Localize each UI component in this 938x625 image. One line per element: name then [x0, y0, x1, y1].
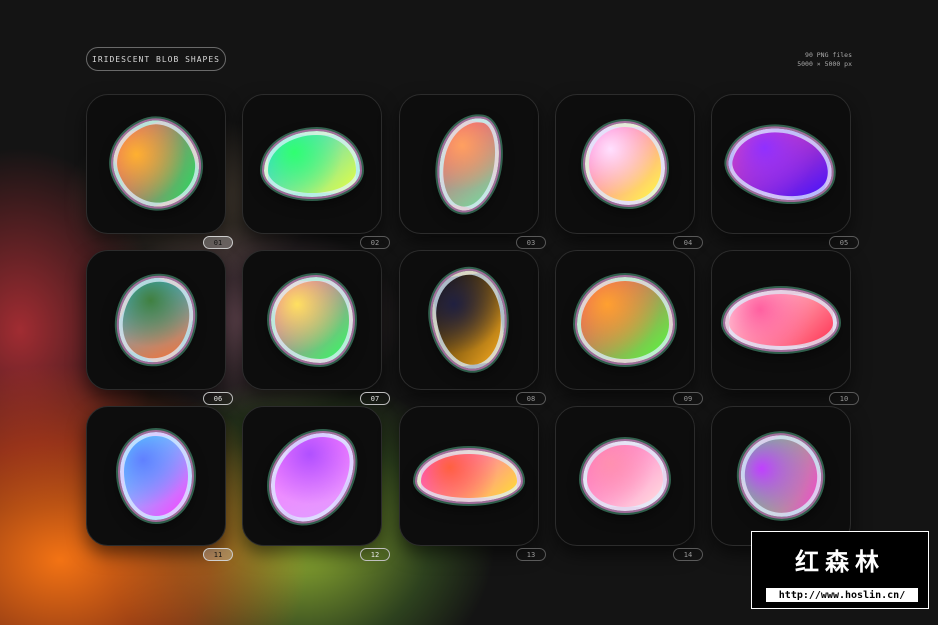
blob-tile-05[interactable]: [711, 94, 851, 234]
tile-number: 03: [516, 236, 546, 249]
tile-number: 08: [516, 392, 546, 405]
tile-number: 11: [203, 548, 233, 561]
tile-number: 13: [516, 548, 546, 561]
tile-number: 04: [673, 236, 703, 249]
blob-tile-12[interactable]: [242, 406, 382, 546]
file-info: 90 PNG files 5000 × 5000 px: [797, 51, 852, 69]
blob-tile-10[interactable]: [711, 250, 851, 390]
page-title: IRIDESCENT BLOB SHAPES: [86, 47, 226, 71]
blob-tile-14[interactable]: [555, 406, 695, 546]
file-dimensions: 5000 × 5000 px: [797, 60, 852, 68]
blob-shape: [583, 441, 667, 511]
blob-shape: [255, 415, 369, 537]
blob-shape: [120, 432, 192, 520]
watermark-url: http://www.hoslin.cn/: [766, 588, 918, 602]
watermark-brand: 红森林: [795, 548, 885, 576]
blob-shape: [727, 421, 835, 531]
blob-shape: [271, 277, 353, 363]
blob-shape: [264, 131, 360, 197]
blob-shape: [426, 266, 512, 374]
blob-shape: [104, 265, 208, 375]
tile-number: 06: [203, 392, 233, 405]
tile-number: 10: [829, 392, 859, 405]
blob-tile-01[interactable]: [86, 94, 226, 234]
blob-tile-02[interactable]: [242, 94, 382, 234]
blob-shape: [417, 450, 521, 502]
tile-number: 14: [673, 548, 703, 561]
blob-tile-08[interactable]: [399, 250, 539, 390]
blob-shape: [585, 123, 665, 205]
file-count: 90 PNG files: [805, 51, 852, 59]
blob-shape: [577, 277, 673, 363]
blob-tile-15[interactable]: [711, 406, 851, 546]
blob-tile-03[interactable]: [399, 94, 539, 234]
blob-tile-09[interactable]: [555, 250, 695, 390]
blob-tile-06[interactable]: [86, 250, 226, 390]
blob-shape: [725, 290, 837, 350]
tile-number: 09: [673, 392, 703, 405]
tile-number: 01: [203, 236, 233, 249]
blob-shape: [432, 112, 506, 216]
watermark-badge: 红森林 http://www.hoslin.cn/: [751, 531, 929, 609]
tile-number: 12: [360, 548, 390, 561]
blob-tile-13[interactable]: [399, 406, 539, 546]
blob-shape: [722, 118, 840, 210]
blob-shape: [101, 109, 211, 219]
tile-number: 02: [360, 236, 390, 249]
blob-tile-07[interactable]: [242, 250, 382, 390]
tile-number: 05: [829, 236, 859, 249]
blob-tile-11[interactable]: [86, 406, 226, 546]
tile-number: 07: [360, 392, 390, 405]
blob-tile-04[interactable]: [555, 94, 695, 234]
